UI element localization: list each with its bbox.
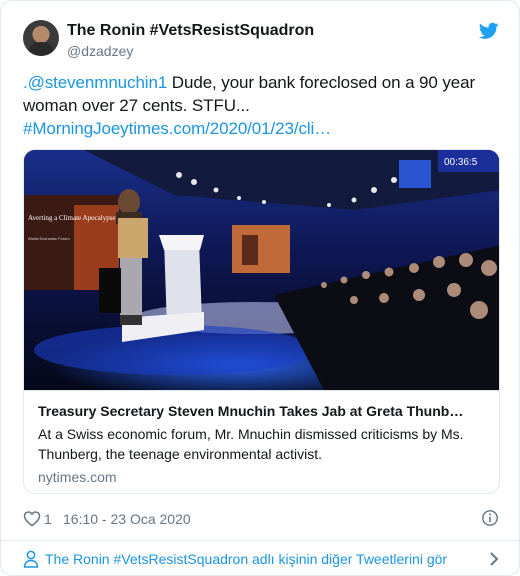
- screen-subtitle: World Economic Forum: [28, 236, 70, 241]
- tweet-meta: 1 16:10 - 23 Oca 2020: [23, 508, 501, 530]
- embedded-tweet: The Ronin #VetsResistSquadron @dzadzey .…: [0, 0, 520, 576]
- more-tweets-label[interactable]: The Ronin #VetsResistSquadron adlı kişin…: [45, 550, 447, 568]
- hashtag-link[interactable]: #MorningJoeytimes.com/2020/01/23/cli…: [23, 119, 331, 138]
- card-body[interactable]: Treasury Secretary Steven Mnuchin Takes …: [24, 390, 499, 493]
- timestamp[interactable]: 16:10 - 23 Oca 2020: [63, 510, 191, 528]
- like-count[interactable]: 1: [44, 510, 52, 528]
- screen-timer: 00:36:5: [444, 157, 478, 168]
- conference-photo: Averting a Climate Apocalypse World Econ…: [24, 150, 499, 390]
- more-tweets-link[interactable]: The Ronin #VetsResistSquadron adlı kişin…: [1, 540, 519, 575]
- person-icon: [23, 550, 39, 568]
- tweet-text: .@stevenmnuchin1 Dude, your bank foreclo…: [23, 71, 483, 140]
- author-info[interactable]: The Ronin #VetsResistSquadron @dzadzey: [67, 21, 314, 60]
- user-handle[interactable]: @dzadzey: [67, 42, 314, 60]
- card-description: At a Swiss economic forum, Mr. Mnuchin d…: [38, 426, 464, 462]
- card-title[interactable]: Treasury Secretary Steven Mnuchin Takes …: [38, 402, 487, 420]
- chevron-right-icon[interactable]: [489, 551, 499, 567]
- tweet-header: The Ronin #VetsResistSquadron @dzadzey: [23, 20, 501, 60]
- avatar[interactable]: [23, 20, 59, 56]
- twitter-bird-icon[interactable]: [479, 22, 499, 40]
- card-domain: nytimes.com: [38, 469, 117, 485]
- display-name[interactable]: The Ronin #VetsResistSquadron: [67, 21, 314, 41]
- link-preview-card[interactable]: Averting a Climate Apocalypse World Econ…: [23, 149, 500, 494]
- card-image[interactable]: Averting a Climate Apocalypse World Econ…: [24, 150, 499, 390]
- mention-link[interactable]: .@stevenmnuchin1: [23, 73, 167, 92]
- screen-title: Averting a Climate Apocalypse: [28, 214, 116, 222]
- heart-icon[interactable]: [23, 510, 41, 527]
- info-icon[interactable]: [481, 509, 499, 527]
